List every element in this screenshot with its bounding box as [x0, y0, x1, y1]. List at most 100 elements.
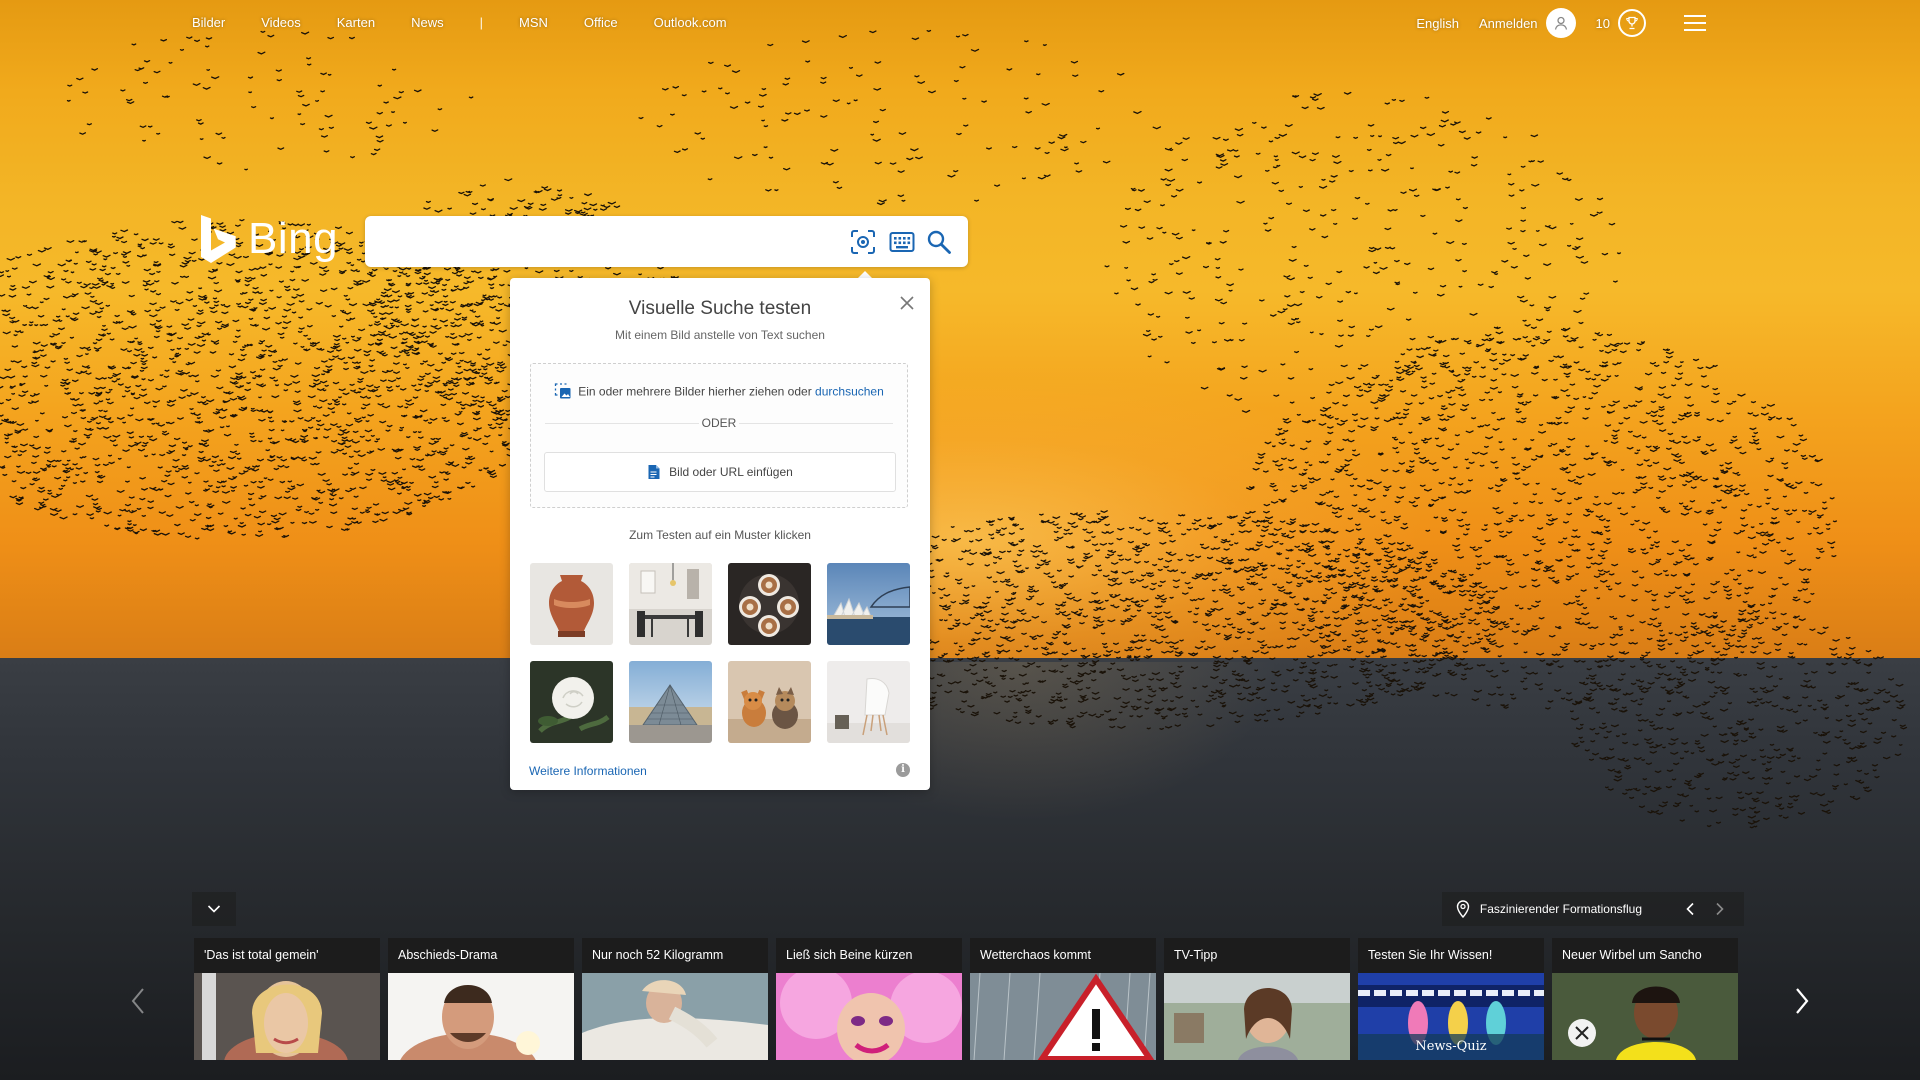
- news-card-title: TV-Tipp: [1174, 948, 1218, 962]
- search-box: [365, 216, 968, 267]
- avatar[interactable]: [1545, 8, 1576, 38]
- browse-link[interactable]: durchsuchen: [815, 385, 884, 399]
- bird-silhouettes: [0, 29, 1908, 829]
- nav-separator: |: [479, 15, 483, 30]
- news-card[interactable]: Abschieds-Drama: [388, 938, 574, 1060]
- news-card[interactable]: Neuer Wirbel um Sancho: [1552, 938, 1738, 1060]
- previous-image-button[interactable]: [1680, 899, 1700, 919]
- top-navigation: Bilder Videos Karten News | MSN Office O…: [0, 0, 1920, 46]
- news-card-image: [582, 973, 768, 1060]
- samples-label: Zum Testen auf ein Muster klicken: [629, 528, 811, 542]
- image-caption-bar: Faszinierender Formationsflug: [1441, 892, 1744, 926]
- news-card[interactable]: Ließ sich Beine kürzen: [776, 938, 962, 1060]
- drag-image-icon: [554, 382, 572, 403]
- drop-text: Ein oder mehrere Bilder hierher ziehen o…: [578, 384, 812, 399]
- news-card-image: [1552, 973, 1738, 1060]
- news-card-title: Wetterchaos kommt: [980, 948, 1091, 962]
- bing-b-icon: [201, 215, 236, 263]
- news-card-title: Ließ sich Beine kürzen: [786, 948, 913, 962]
- paste-url-button[interactable]: Bild oder URL einfügen: [544, 452, 896, 492]
- rewards-points[interactable]: 10: [1596, 16, 1610, 31]
- nav-link-office[interactable]: Office: [584, 15, 618, 30]
- search-input[interactable]: [377, 224, 841, 260]
- chevron-right-icon: [1716, 902, 1724, 916]
- dining-room-image: [629, 563, 712, 645]
- sample-dining-room[interactable]: [629, 563, 712, 645]
- nav-link-videos[interactable]: Videos: [261, 15, 301, 30]
- nav-link-news[interactable]: News: [411, 15, 444, 30]
- sample-louvre[interactable]: [629, 661, 712, 743]
- news-card-title: Nur noch 52 Kilogramm: [592, 948, 724, 962]
- news-card-image: [776, 973, 962, 1060]
- rewards-button[interactable]: [1618, 9, 1646, 37]
- white-rose-image: [530, 661, 613, 743]
- info-icon[interactable]: i: [896, 763, 910, 777]
- image-caption[interactable]: Faszinierender Formationsflug: [1480, 902, 1642, 916]
- nav-link-karten[interactable]: Karten: [337, 15, 375, 30]
- coffee-cups-image: [728, 563, 811, 645]
- keyboard-button[interactable]: [888, 228, 916, 256]
- news-card-image: [194, 973, 380, 1060]
- news-card-image: [970, 973, 1156, 1060]
- sample-vase[interactable]: [530, 563, 613, 645]
- panel-title: Visuelle Suche testen: [628, 298, 812, 319]
- search-button[interactable]: [925, 228, 953, 256]
- news-card[interactable]: 'Das ist total gemein': [194, 938, 380, 1060]
- news-card-title: Abschieds-Drama: [398, 948, 498, 962]
- drop-instructions: Ein oder mehrere Bilder hierher ziehen o…: [531, 382, 907, 403]
- carousel-next-button[interactable]: [1790, 984, 1814, 1018]
- visual-search-icon: [851, 230, 875, 254]
- news-card[interactable]: Testen Sie Ihr Wissen! News-Quiz: [1358, 938, 1544, 1060]
- news-card[interactable]: TV-Tipp: [1164, 938, 1350, 1060]
- document-icon: [647, 464, 661, 480]
- image-dropzone[interactable]: Ein oder mehrere Bilder hierher ziehen o…: [530, 363, 908, 508]
- sample-coffee[interactable]: [728, 563, 811, 645]
- chevron-left-icon: [131, 988, 144, 1014]
- news-card-image: [388, 973, 574, 1060]
- news-card-title: Neuer Wirbel um Sancho: [1562, 948, 1702, 962]
- chevron-right-icon: [1796, 988, 1809, 1014]
- chevron-down-icon: [207, 905, 221, 913]
- nav-links: Bilder Videos Karten News | MSN Office O…: [192, 15, 763, 30]
- nav-link-bilder[interactable]: Bilder: [192, 15, 225, 30]
- sample-rose[interactable]: [530, 661, 613, 743]
- next-image-button[interactable]: [1710, 899, 1730, 919]
- news-card[interactable]: Nur noch 52 Kilogramm: [582, 938, 768, 1060]
- chair-image: [827, 661, 910, 743]
- news-card-title: Testen Sie Ihr Wissen!: [1368, 948, 1493, 962]
- sample-opera-house[interactable]: [827, 563, 910, 645]
- or-label: ODER: [699, 416, 739, 430]
- language-link[interactable]: English: [1416, 16, 1459, 31]
- panel-subtitle: Mit einem Bild anstelle von Text suchen: [615, 328, 825, 342]
- collapse-feed-button[interactable]: [192, 892, 236, 926]
- chevron-left-icon: [1686, 902, 1694, 916]
- menu-icon[interactable]: [1684, 15, 1706, 31]
- news-card-image: [1164, 973, 1350, 1060]
- visual-search-button[interactable]: [849, 228, 877, 256]
- carousel-previous-button[interactable]: [126, 984, 150, 1018]
- nav-link-outlook[interactable]: Outlook.com: [654, 15, 727, 30]
- keyboard-icon: [889, 232, 915, 252]
- bing-logo[interactable]: Bing: [200, 214, 338, 264]
- search-icon: [927, 230, 951, 254]
- sample-chair[interactable]: [827, 661, 910, 743]
- trophy-icon: [1626, 16, 1638, 30]
- visual-search-panel: Visuelle Suche testen Mit einem Bild ans…: [510, 278, 930, 790]
- more-info-link[interactable]: Weitere Informationen: [529, 764, 647, 778]
- news-card-image: News-Quiz: [1358, 973, 1544, 1060]
- dogs-image: [728, 661, 811, 743]
- opera-house-image: [827, 563, 910, 645]
- nav-account-area: English Anmelden 10: [1416, 8, 1706, 38]
- news-card[interactable]: Wetterchaos kommt: [970, 938, 1156, 1060]
- louvre-pyramid-image: [629, 661, 712, 743]
- user-icon: [1554, 16, 1567, 30]
- news-card-title: 'Das ist total gemein': [204, 948, 319, 962]
- bing-wordmark: Bing: [248, 214, 339, 263]
- vase-image: [530, 563, 613, 645]
- sample-dogs[interactable]: [728, 661, 811, 743]
- paste-url-label: Bild oder URL einfügen: [669, 465, 793, 479]
- signin-link[interactable]: Anmelden: [1479, 16, 1538, 31]
- nav-link-msn[interactable]: MSN: [519, 15, 548, 30]
- or-divider: ODER: [545, 416, 893, 430]
- location-pin-icon: [1456, 900, 1470, 918]
